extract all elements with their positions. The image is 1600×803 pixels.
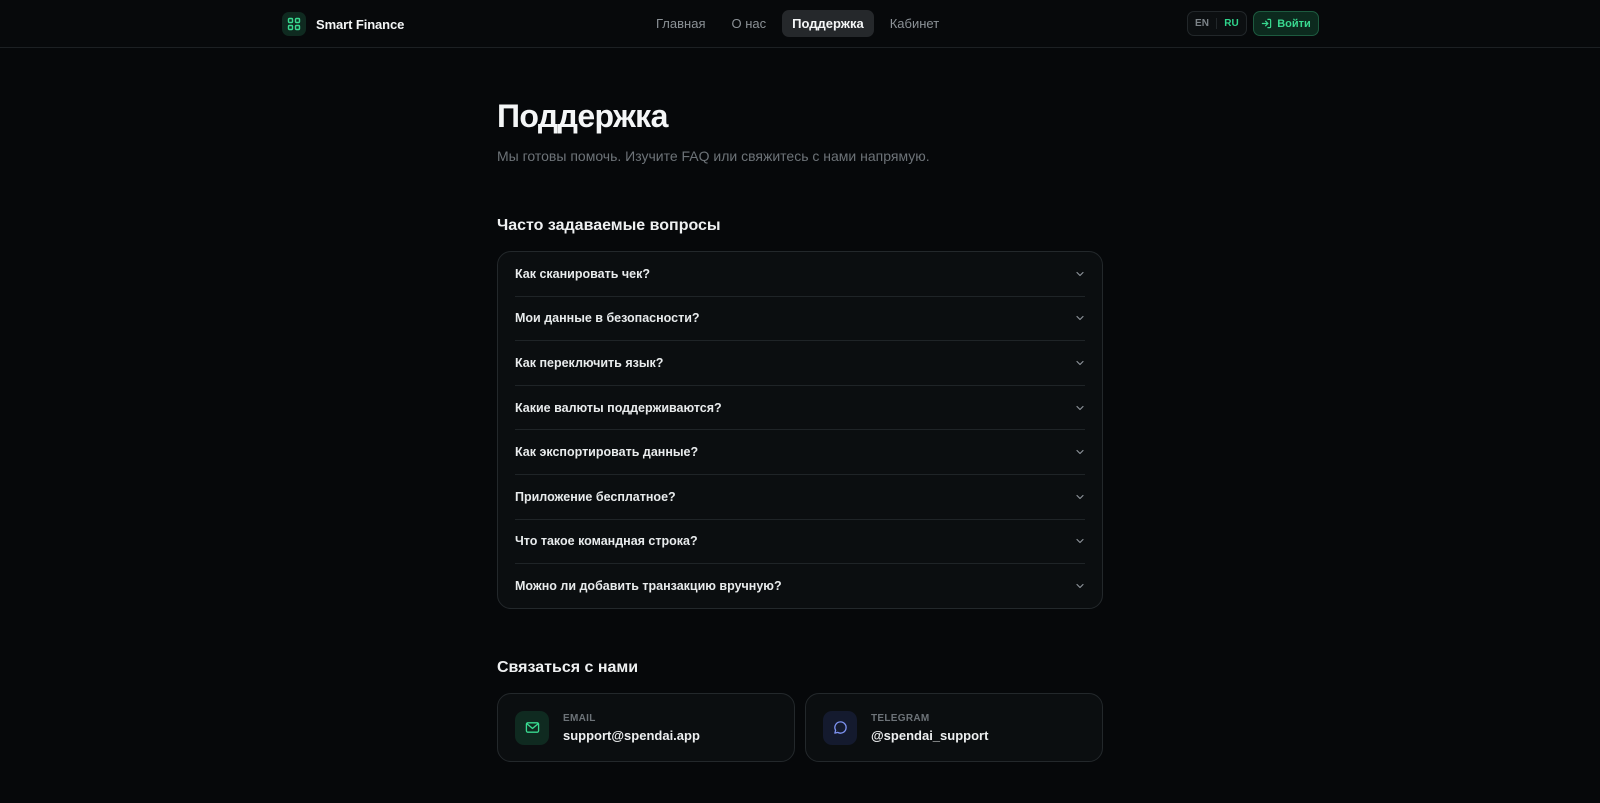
app-grid-icon — [282, 12, 306, 36]
login-button[interactable]: Войти — [1253, 11, 1319, 36]
chat-icon — [823, 710, 857, 745]
contact-card-email[interactable]: EMAIL support@spendai.app — [497, 693, 795, 762]
faq-question: Приложение бесплатное? — [515, 489, 676, 504]
faq-item[interactable]: Приложение бесплатное? — [515, 475, 1085, 520]
faq-question: Как экспортировать данные? — [515, 445, 699, 460]
faq-item[interactable]: Что такое командная строка? — [515, 520, 1085, 565]
faq-question: Как сканировать чек? — [515, 266, 650, 281]
faq-item[interactable]: Как переключить язык? — [515, 341, 1085, 386]
chevron-down-icon — [1076, 360, 1084, 366]
faq-question: Что такое командная строка? — [515, 534, 698, 549]
page-title: Поддержка — [497, 98, 668, 134]
nav-item-support[interactable]: Поддержка — [782, 10, 874, 37]
language-switcher: EN RU — [1187, 11, 1247, 36]
chevron-down-icon — [1076, 584, 1084, 589]
brand[interactable]: Smart Finance — [282, 12, 404, 36]
faq-item[interactable]: Как сканировать чек? — [515, 252, 1085, 297]
chevron-down-icon — [1076, 539, 1084, 544]
login-label: Войти — [1277, 17, 1311, 30]
nav-item-about[interactable]: О нас — [721, 10, 776, 37]
contact-value-email: support@spendai.app — [563, 727, 700, 743]
faq-item[interactable]: Какие валюты поддерживаются? — [515, 386, 1085, 431]
brand-name: Smart Finance — [316, 16, 405, 32]
faq-accordion: Как сканировать чек? Мои данные в безопас… — [497, 251, 1103, 609]
contact-label-email: EMAIL — [563, 712, 596, 724]
chevron-down-icon — [1076, 494, 1084, 499]
faq-question: Можно ли добавить транзакцию вручную? — [515, 579, 782, 594]
faq-question: Как переключить язык? — [515, 355, 664, 370]
chevron-down-icon — [1076, 450, 1084, 455]
faq-item[interactable]: Как экспортировать данные? — [515, 430, 1085, 475]
contact-label-telegram: TELEGRAM — [871, 712, 930, 724]
contact-card-telegram[interactable]: TELEGRAM @spendai_support — [805, 693, 1103, 762]
mail-icon — [515, 710, 549, 745]
nav-item-cabinet[interactable]: Кабинет — [880, 10, 949, 37]
faq-section-title: Часто задаваемые вопросы — [497, 217, 721, 234]
contact-section-title: Связаться с нами — [497, 659, 639, 676]
chevron-down-icon — [1076, 316, 1084, 321]
faq-item[interactable]: Можно ли добавить транзакцию вручную? — [515, 564, 1085, 609]
nav-item-home[interactable]: Главная — [646, 10, 715, 37]
login-icon — [1261, 18, 1272, 29]
chevron-down-icon — [1076, 405, 1084, 410]
lang-en-button[interactable]: EN — [1188, 18, 1217, 29]
faq-item[interactable]: Мои данные в безопасности? — [515, 297, 1085, 342]
lang-ru-button[interactable]: RU — [1217, 18, 1246, 29]
chevron-down-icon — [1076, 271, 1084, 276]
contact-value-telegram: @spendai_support — [871, 727, 989, 743]
main-nav: Главная О нас Поддержка Кабинет — [646, 10, 949, 37]
top-header: Smart Finance Главная О нас Поддержка Ка… — [0, 0, 1600, 48]
faq-question: Мои данные в безопасности? — [515, 311, 700, 326]
faq-question: Какие валюты поддерживаются? — [515, 400, 722, 415]
page-subtitle: Мы готовы помочь. Изучите FAQ или свяжит… — [497, 148, 930, 164]
